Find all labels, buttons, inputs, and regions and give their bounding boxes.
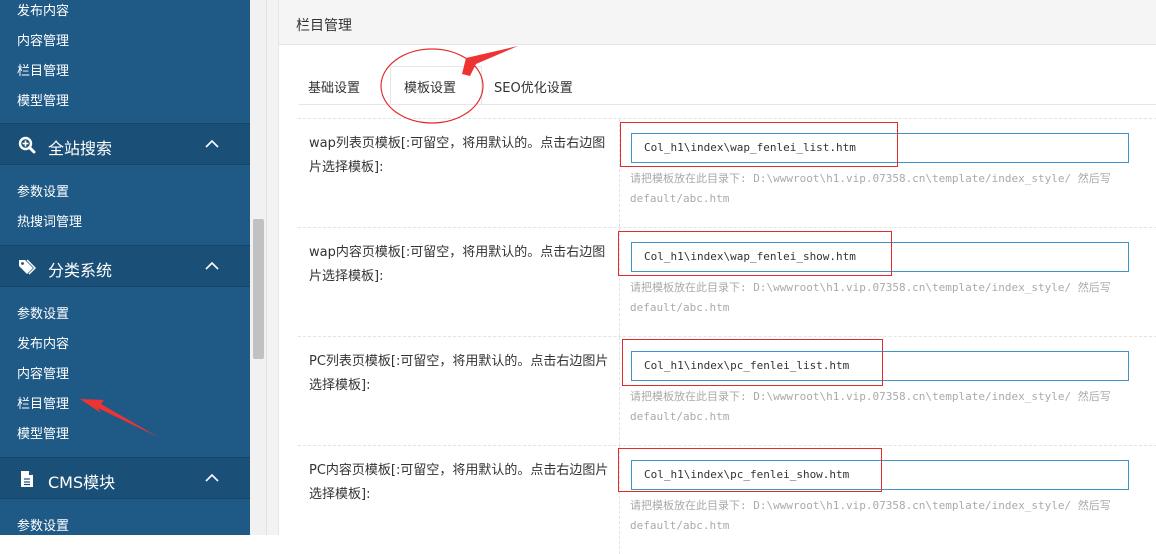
field-label: PC内容页模板[:可留空，将用默认的。点击右边图片选择模板]: — [309, 463, 609, 502]
file-icon — [21, 471, 33, 487]
tab-template[interactable]: 模板设置 — [404, 77, 456, 96]
sidebar-section-title: 分类系统 — [48, 261, 113, 280]
sidebar-item-model[interactable]: 模型管理 — [17, 90, 69, 109]
scrollbar-thumb[interactable] — [253, 219, 264, 359]
chevron-up-icon — [205, 139, 219, 148]
tags-icon — [19, 259, 36, 275]
field-label: wap内容页模板[:可留空，将用默认的。点击右边图片选择模板]: — [309, 245, 606, 284]
sidebar-item-content[interactable]: 内容管理 — [17, 30, 69, 49]
field-hint: 请把模板放在此目录下: D:\wwwroot\h1.vip.07358.cn\t… — [630, 172, 1111, 205]
panel-header: 栏目管理 — [279, 0, 1156, 45]
field-label: PC列表页模板[:可留空，将用默认的。点击右边图片选择模板]: — [309, 354, 609, 393]
chevron-up-icon — [205, 261, 219, 270]
sidebar: 发布内容 内容管理 栏目管理 模型管理 全站搜索 参数设置 热搜词管理 分类系统… — [0, 0, 250, 535]
sidebar-item-publish[interactable]: 发布内容 — [17, 0, 69, 19]
annotation-box — [622, 339, 883, 386]
annotation-box — [618, 231, 892, 276]
sidebar-section-search[interactable]: 全站搜索 — [0, 123, 250, 165]
sidebar-item-classify-content[interactable]: 内容管理 — [17, 363, 69, 382]
sidebar-item-classify-settings[interactable]: 参数设置 — [17, 303, 69, 322]
sidebar-section-cms[interactable]: CMS模块 — [0, 457, 250, 499]
sidebar-item-category[interactable]: 栏目管理 — [17, 60, 69, 79]
sidebar-section-title: 全站搜索 — [48, 139, 113, 158]
sidebar-item-classify-model[interactable]: 模型管理 — [17, 423, 69, 442]
chevron-up-icon — [205, 473, 219, 482]
annotation-box — [618, 448, 882, 492]
field-hint: 请把模板放在此目录下: D:\wwwroot\h1.vip.07358.cn\t… — [630, 281, 1111, 314]
tabs-divider — [299, 104, 1156, 105]
tab-basic[interactable]: 基础设置 — [308, 77, 360, 96]
sidebar-item-search-settings[interactable]: 参数设置 — [17, 181, 69, 200]
field-hint: 请把模板放在此目录下: D:\wwwroot\h1.vip.07358.cn\t… — [630, 499, 1111, 532]
sidebar-item-classify-publish[interactable]: 发布内容 — [17, 333, 69, 352]
sidebar-item-cms-settings[interactable]: 参数设置 — [17, 515, 69, 534]
search-icon — [18, 136, 36, 154]
sidebar-section-title: CMS模块 — [48, 473, 116, 492]
sidebar-scrollbar[interactable] — [250, 0, 267, 535]
field-label: wap列表页模板[:可留空，将用默认的。点击右边图片选择模板]: — [309, 136, 606, 175]
sidebar-section-classify[interactable]: 分类系统 — [0, 245, 250, 287]
panel-title: 栏目管理 — [296, 18, 352, 34]
sidebar-item-classify-category[interactable]: 栏目管理 — [17, 393, 69, 412]
tab-seo[interactable]: SEO优化设置 — [494, 77, 573, 96]
field-hint: 请把模板放在此目录下: D:\wwwroot\h1.vip.07358.cn\t… — [630, 390, 1111, 423]
sidebar-item-hot-words[interactable]: 热搜词管理 — [17, 211, 82, 230]
annotation-box — [620, 122, 898, 167]
